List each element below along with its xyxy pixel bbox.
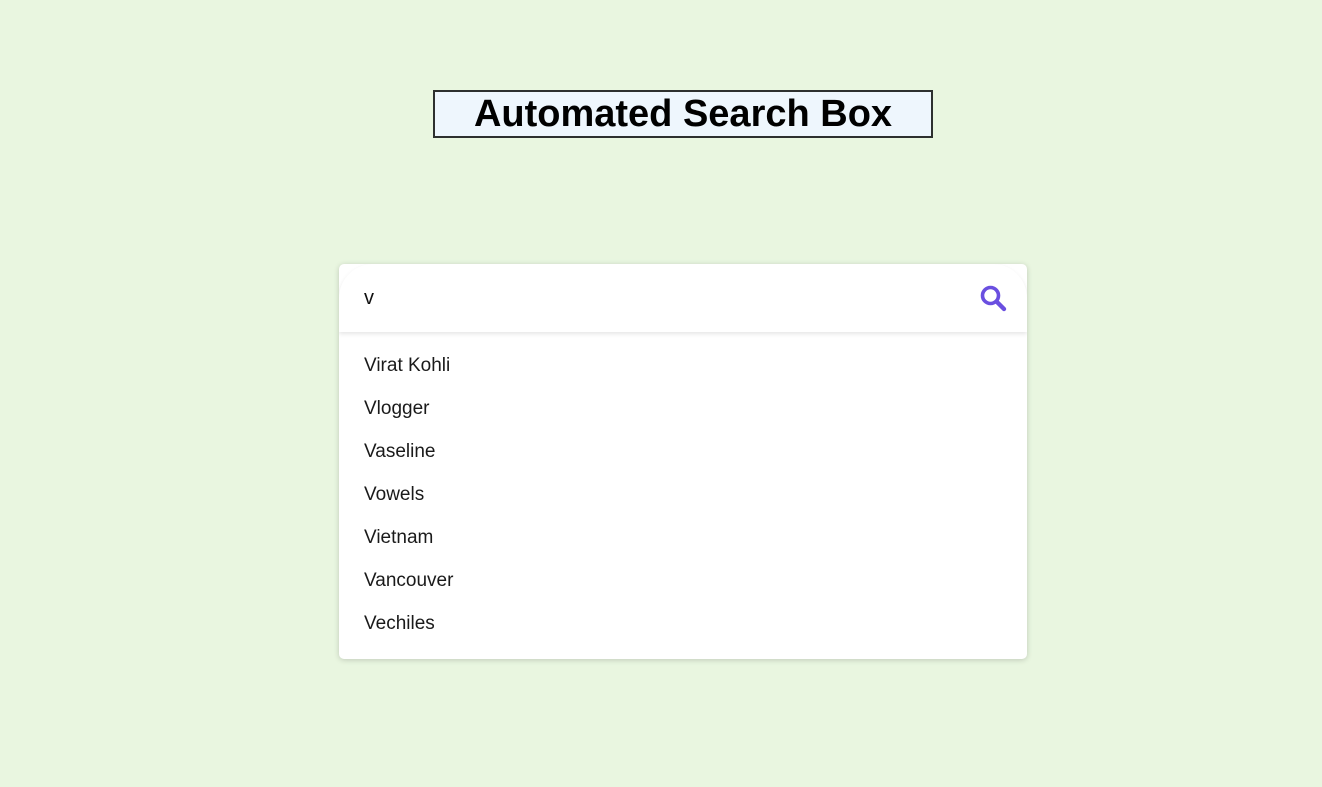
suggestion-item[interactable]: Vechiles: [339, 602, 1027, 645]
suggestion-item[interactable]: Virat Kohli: [339, 344, 1027, 387]
search-input-row: [339, 264, 1027, 332]
search-input[interactable]: [339, 264, 924, 332]
suggestion-item[interactable]: Vietnam: [339, 516, 1027, 559]
suggestion-item[interactable]: Vaseline: [339, 430, 1027, 473]
suggestion-item[interactable]: Vlogger: [339, 387, 1027, 430]
search-card: Virat Kohli Vlogger Vaseline Vowels Viet…: [339, 264, 1027, 659]
page-title: Automated Search Box: [473, 93, 893, 135]
suggestion-list: Virat Kohli Vlogger Vaseline Vowels Viet…: [339, 332, 1027, 645]
suggestion-item[interactable]: Vowels: [339, 473, 1027, 516]
page: Automated Search Box Virat Kohli Vlogger…: [0, 0, 1322, 787]
search-icon[interactable]: [979, 284, 1007, 312]
suggestion-item[interactable]: Vancouver: [339, 559, 1027, 602]
title-box: Automated Search Box: [433, 90, 933, 138]
